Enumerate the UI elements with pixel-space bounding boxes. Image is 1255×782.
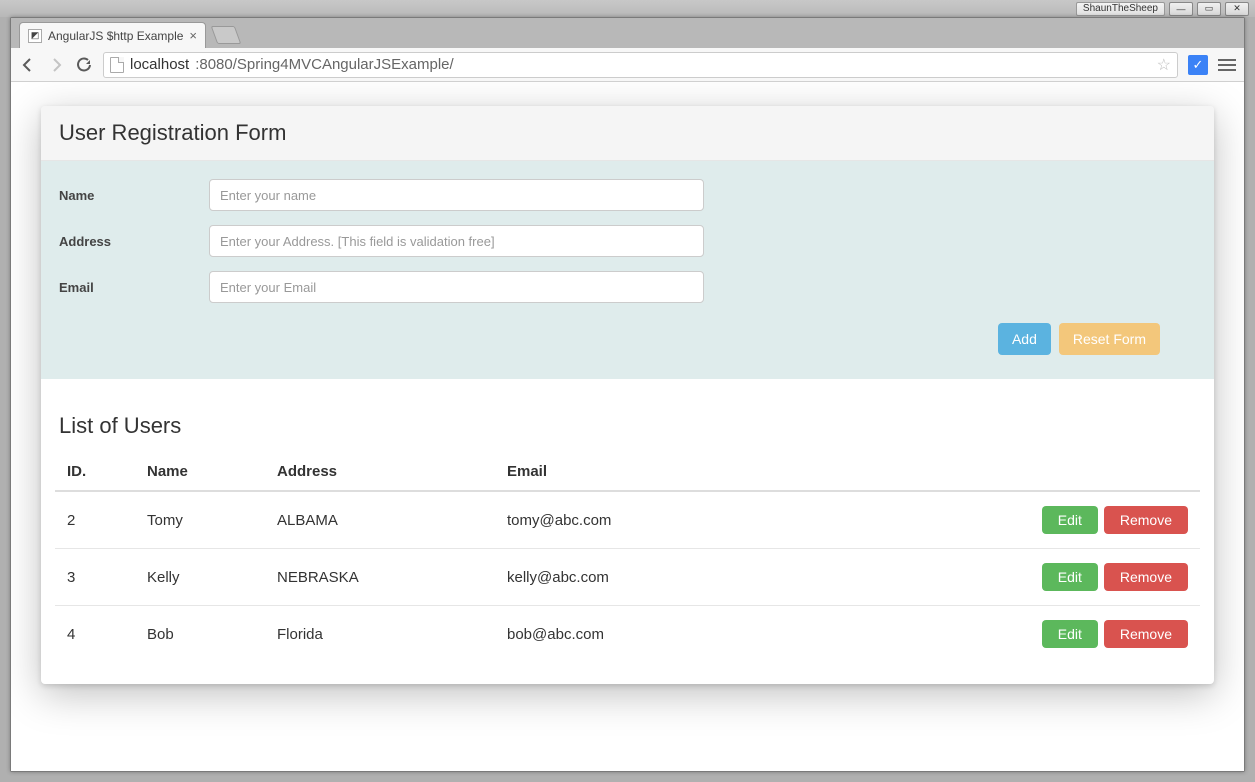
cell-id: 3 xyxy=(55,549,135,606)
email-label: Email xyxy=(59,280,209,295)
maximize-button[interactable]: ▭ xyxy=(1197,2,1221,16)
url-path: :8080/Spring4MVCAngularJSExample/ xyxy=(195,56,453,73)
reload-icon[interactable] xyxy=(75,56,93,74)
list-heading: List of Users xyxy=(41,399,1214,453)
cell-address: NEBRASKA xyxy=(265,549,495,606)
os-close-button[interactable]: ✕ xyxy=(1225,2,1249,16)
cell-id: 2 xyxy=(55,491,135,549)
extension-icon[interactable]: ✓ xyxy=(1188,55,1208,75)
cell-name: Tomy xyxy=(135,491,265,549)
browser-toolbar: localhost :8080/Spring4MVCAngularJSExampl… xyxy=(11,48,1244,82)
col-email: Email xyxy=(495,453,1000,491)
edit-button[interactable]: Edit xyxy=(1042,620,1098,648)
table-row: 3KellyNEBRASKAkelly@abc.com EditRemove xyxy=(55,549,1200,606)
edit-button[interactable]: Edit xyxy=(1042,563,1098,591)
address-bar[interactable]: localhost :8080/Spring4MVCAngularJSExampl… xyxy=(103,52,1178,78)
minimize-button[interactable]: — xyxy=(1169,2,1193,16)
cell-id: 4 xyxy=(55,606,135,663)
cell-name: Bob xyxy=(135,606,265,663)
form-heading: User Registration Form xyxy=(41,106,1214,161)
cell-email: bob@abc.com xyxy=(495,606,1000,663)
new-tab-button[interactable] xyxy=(211,26,242,44)
cell-name: Kelly xyxy=(135,549,265,606)
favicon-icon: ◩ xyxy=(28,29,42,43)
forward-icon[interactable] xyxy=(47,56,65,74)
list-panel: List of Users ID. Name Address Email xyxy=(41,399,1214,684)
remove-button[interactable]: Remove xyxy=(1104,506,1188,534)
table-row: 2TomyALBAMAtomy@abc.com EditRemove xyxy=(55,491,1200,549)
col-name: Name xyxy=(135,453,265,491)
cell-address: ALBAMA xyxy=(265,491,495,549)
tab-active[interactable]: ◩ AngularJS $http Example × xyxy=(19,22,206,48)
email-input[interactable] xyxy=(209,271,704,303)
page-viewport: User Registration Form Name Address Emai… xyxy=(11,82,1244,771)
cell-email: tomy@abc.com xyxy=(495,491,1000,549)
address-label: Address xyxy=(59,234,209,249)
os-titlebar: ShaunTheSheep — ▭ ✕ xyxy=(0,0,1255,17)
col-address: Address xyxy=(265,453,495,491)
edit-button[interactable]: Edit xyxy=(1042,506,1098,534)
reset-form-button[interactable]: Reset Form xyxy=(1059,323,1160,355)
back-icon[interactable] xyxy=(19,56,37,74)
col-id: ID. xyxy=(55,453,135,491)
tab-title: AngularJS $http Example xyxy=(48,29,183,43)
add-button[interactable]: Add xyxy=(998,323,1051,355)
cell-email: kelly@abc.com xyxy=(495,549,1000,606)
users-table: ID. Name Address Email 2TomyALBAMAtomy@a… xyxy=(55,453,1200,662)
cell-address: Florida xyxy=(265,606,495,663)
remove-button[interactable]: Remove xyxy=(1104,563,1188,591)
address-input[interactable] xyxy=(209,225,704,257)
main-card: User Registration Form Name Address Emai… xyxy=(41,106,1214,684)
tab-close-icon[interactable]: × xyxy=(189,28,197,43)
page-icon xyxy=(110,57,124,73)
name-input[interactable] xyxy=(209,179,704,211)
url-host: localhost xyxy=(130,56,189,73)
os-app-tag: ShaunTheSheep xyxy=(1076,2,1165,16)
table-row: 4BobFloridabob@abc.com EditRemove xyxy=(55,606,1200,663)
form-body: Name Address Email Add Reset Form xyxy=(41,161,1214,379)
hamburger-menu-icon[interactable] xyxy=(1218,59,1236,71)
name-label: Name xyxy=(59,188,209,203)
bookmark-star-icon[interactable]: ☆ xyxy=(1157,55,1171,75)
browser-window: ◩ AngularJS $http Example × localhost :80… xyxy=(10,17,1245,772)
tab-strip: ◩ AngularJS $http Example × xyxy=(11,18,1244,48)
remove-button[interactable]: Remove xyxy=(1104,620,1188,648)
